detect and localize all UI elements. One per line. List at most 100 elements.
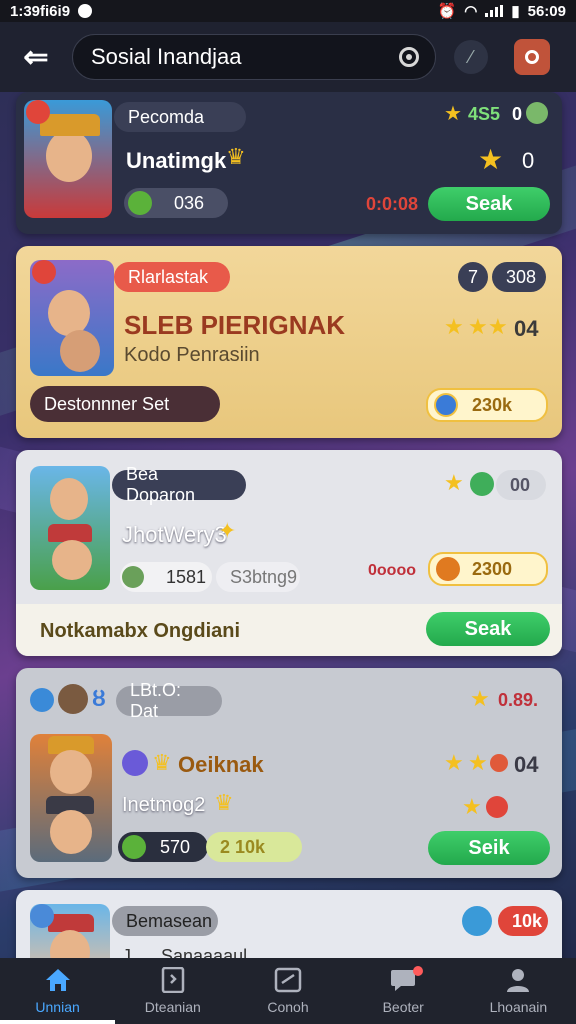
star-icon: ★ bbox=[462, 794, 482, 819]
camera-icon[interactable] bbox=[514, 39, 550, 75]
card-badge-num: 7 bbox=[458, 262, 488, 292]
coin-value: 2300 bbox=[472, 558, 513, 579]
status-time-left: 1:39fi6i9 bbox=[10, 2, 71, 20]
card-small-text: 0oooo bbox=[368, 562, 416, 579]
card-title: Unatimgk bbox=[126, 148, 227, 173]
nav-item-profile[interactable]: Lhoanain bbox=[461, 958, 576, 1024]
seak-button[interactable]: Seak bbox=[428, 187, 550, 221]
game-thumbnail bbox=[30, 466, 110, 590]
nav-label: Beoter bbox=[382, 999, 424, 1015]
emblem-icon bbox=[122, 750, 148, 776]
card-rating-val: 00 bbox=[496, 470, 546, 500]
notification-icon bbox=[78, 4, 93, 18]
destination-button[interactable]: Destonnner Set bbox=[30, 386, 220, 422]
card-circle-value: 0 bbox=[522, 148, 535, 173]
game-card-1[interactable]: Pecomda Unatimgk ♛ ★ 4S5 0 ★ 0 036 0:0:0… bbox=[16, 92, 562, 234]
search-input[interactable]: Sosial Inandjaa bbox=[91, 44, 399, 70]
card-pill-text: 2 10k bbox=[206, 832, 302, 862]
card-tag: Pecomda bbox=[114, 102, 246, 132]
star-icon: ★ bbox=[468, 314, 488, 339]
card-rating-num: 04 bbox=[514, 316, 539, 341]
burst-icon bbox=[486, 796, 508, 818]
nav-label: Dteanian bbox=[144, 999, 201, 1015]
star-icon: ★ bbox=[478, 144, 504, 175]
heart-icon bbox=[32, 260, 56, 284]
card-tag: Bemasean bbox=[112, 906, 218, 936]
tag-prefix-icon: ȣ bbox=[92, 686, 106, 711]
star-icon: ★ bbox=[488, 314, 508, 339]
leaf-icon bbox=[122, 835, 146, 859]
star-icon: ★ bbox=[444, 103, 462, 125]
back-arrow-icon[interactable]: ⇐ bbox=[14, 35, 58, 79]
blue-badge-icon bbox=[30, 688, 54, 712]
sparkle-icon: ✦ bbox=[218, 518, 237, 543]
star-icon: ★ bbox=[444, 750, 464, 775]
card-pill-value: 570 bbox=[160, 836, 191, 857]
coin-icon bbox=[436, 557, 460, 581]
seak-button[interactable]: Seak bbox=[426, 612, 550, 646]
chip-text: S3btng9 bbox=[216, 562, 300, 592]
search-bar[interactable]: Sosial Inandjaa bbox=[72, 34, 436, 80]
nav-label: Lhoanain bbox=[489, 999, 548, 1015]
flame-icon bbox=[490, 754, 508, 772]
star-icon: ★ bbox=[468, 750, 488, 775]
status-bar: 1:39fi6i9 ⏰ ◠ ▮ 56:09 bbox=[0, 0, 576, 22]
frame-icon bbox=[274, 967, 302, 993]
crown-icon: ♛ bbox=[226, 144, 246, 169]
crown-icon: ♛ bbox=[214, 790, 234, 815]
notification-dot bbox=[412, 966, 423, 976]
nav-item-document[interactable]: Dteanian bbox=[115, 958, 230, 1024]
game-card-2[interactable]: Rlarlastak SLEB PIERIGNAK Kodo Penrasiin… bbox=[16, 246, 562, 438]
card-title: JhotWery3 bbox=[122, 522, 227, 547]
nav-label: Conoh bbox=[267, 999, 309, 1015]
heart-icon bbox=[26, 100, 50, 124]
card-tag: Bea Doparon bbox=[112, 464, 246, 505]
game-thumbnail bbox=[30, 734, 112, 862]
card-footer-text: Notkamabx Ongdiani bbox=[40, 620, 241, 642]
gem-icon bbox=[122, 566, 144, 588]
bottom-nav: Unnian Dteanian Conoh Beoter Lhoanain bbox=[0, 958, 576, 1024]
badge-icon bbox=[526, 102, 548, 124]
signal-icon bbox=[485, 5, 504, 17]
card-count: 0 bbox=[512, 104, 523, 124]
card-pill-value: 036 bbox=[174, 192, 205, 213]
crown-icon: ♛ bbox=[152, 750, 172, 775]
record-icon[interactable] bbox=[399, 47, 419, 67]
game-card-3[interactable]: Bea Doparon JhotWery3 ✦ ★ 00 1581 S3btng… bbox=[16, 450, 562, 656]
card-badge: 10k bbox=[498, 906, 548, 936]
app-header: ⇐ Sosial Inandjaa ⁄ bbox=[0, 22, 576, 92]
card-subtitle: Inetmog2 bbox=[122, 794, 206, 816]
card-tag: Rlarlastak bbox=[114, 262, 230, 292]
seik-button[interactable]: Seik bbox=[428, 831, 550, 865]
game-card-4[interactable]: ȣ LBt.O: Dat ★ 0.89. ♛ Oeiknak Inetmog2 … bbox=[16, 668, 562, 878]
alarm-icon: ⏰ bbox=[437, 3, 457, 20]
star-icon: ★ bbox=[470, 686, 490, 711]
coin-icon bbox=[434, 393, 458, 417]
star-icon: ★ bbox=[444, 470, 464, 495]
battery-icon: ▮ bbox=[511, 3, 520, 20]
card-title: SLEB PIERIGNAK bbox=[124, 310, 346, 340]
pencil-icon[interactable]: ⁄ bbox=[454, 40, 488, 74]
avatar bbox=[58, 684, 88, 714]
card-rating: 4S5 bbox=[468, 104, 501, 124]
card-badge-val: 308 bbox=[492, 262, 546, 292]
leaf-icon bbox=[128, 191, 152, 215]
coin-value: 230k bbox=[472, 394, 513, 415]
nav-item-chat[interactable]: Beoter bbox=[346, 958, 461, 1024]
card-title: Oeiknak bbox=[178, 752, 264, 777]
badge-icon bbox=[470, 472, 494, 496]
nav-item-frame[interactable]: Conoh bbox=[230, 958, 345, 1024]
nav-item-home[interactable]: Unnian bbox=[0, 958, 116, 1024]
profile-icon bbox=[504, 967, 532, 993]
card-tag: LBt.O: Dat bbox=[116, 680, 222, 721]
star-icon: ★ bbox=[444, 314, 464, 339]
shield-icon bbox=[462, 906, 492, 936]
nav-label: Unnian bbox=[35, 999, 80, 1015]
card-subtitle: Kodo Penrasiin bbox=[124, 344, 260, 366]
card-rating-num: 04 bbox=[514, 752, 539, 777]
chip-value: 1581 bbox=[166, 566, 207, 587]
status-time-right: 56:09 bbox=[527, 2, 566, 20]
document-icon bbox=[159, 967, 187, 993]
blue-badge-icon bbox=[30, 904, 54, 928]
wifi-icon: ◠ bbox=[464, 3, 478, 20]
